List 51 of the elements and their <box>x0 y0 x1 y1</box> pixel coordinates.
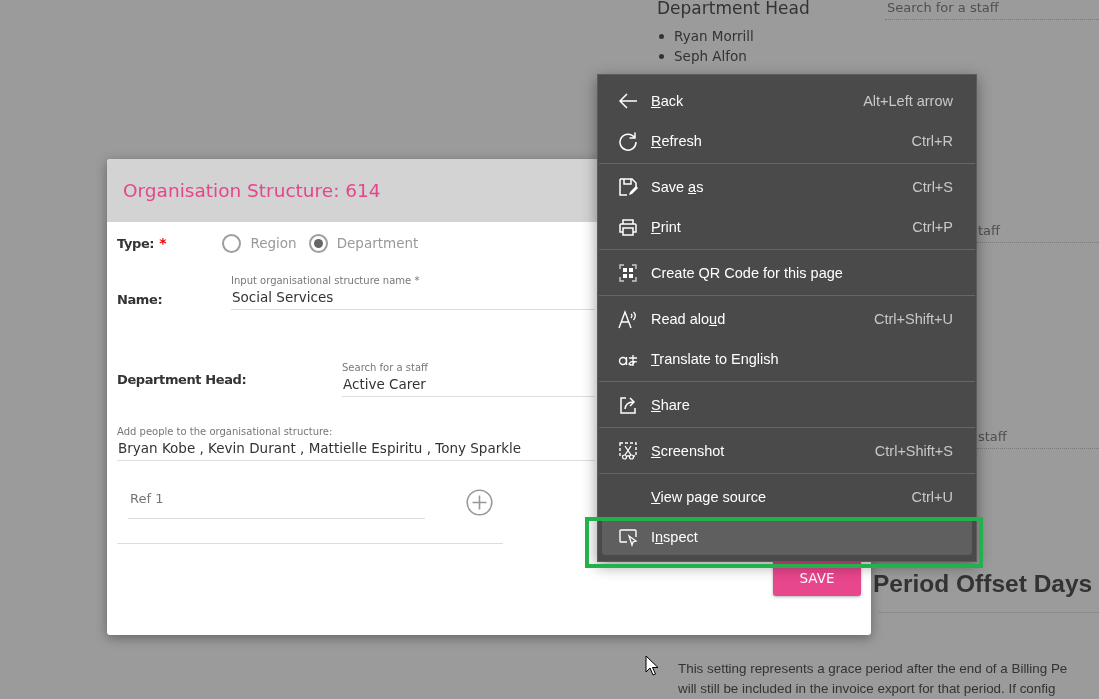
shortcut-text: Alt+Left arrow <box>863 93 953 109</box>
description-text: will still be included in the invoice export for that period. If config <box>678 680 1057 698</box>
screenshot-icon <box>618 441 638 461</box>
input-field[interactable]: Bryan Kobe , Kevin Durant , Mattielle Espiritu , Tony Sparkle <box>117 438 595 461</box>
add-icon[interactable] <box>466 488 493 516</box>
menu-item[interactable]: Create QR Code for this page <box>602 253 972 293</box>
read-aloud-icon <box>618 309 638 329</box>
menu-item[interactable]: Screenshot Ctrl+Shift+S <box>602 431 972 471</box>
back-arrow-icon <box>618 91 638 111</box>
qr-code-icon <box>618 263 638 283</box>
input-field[interactable]: Social Services <box>231 287 595 310</box>
field-label: Name: <box>117 292 164 309</box>
menu-item[interactable]: Read aloud Ctrl+Shift+U <box>602 299 972 339</box>
shortcut-text: Ctrl+U <box>911 489 953 505</box>
save-icon <box>618 177 638 197</box>
shortcut-text: Ctrl+S <box>912 179 953 195</box>
required-mark: * <box>159 235 167 251</box>
dialog-title: Organisation Structure: 614 <box>123 180 381 201</box>
list-item: Ryan Morrill <box>674 27 754 46</box>
menu-item[interactable]: View page source Ctrl+U <box>602 477 972 517</box>
field-label: Department Head: <box>117 372 248 389</box>
menu-item[interactable]: Translate to English <box>602 339 972 379</box>
input-field[interactable]: Ref 1 <box>128 485 425 519</box>
menu-item[interactable]: Inspect <box>602 519 972 555</box>
radio-button[interactable] <box>308 233 328 253</box>
field-label: Type: <box>117 235 155 251</box>
share-icon <box>618 395 638 415</box>
menu-item[interactable]: Share <box>602 385 972 425</box>
menu-item[interactable]: Save as Ctrl+S <box>602 167 972 207</box>
printer-icon <box>618 217 638 237</box>
floating-label: Search for a staff <box>342 362 428 374</box>
refresh-icon <box>618 131 638 151</box>
bullet-icon <box>659 33 664 39</box>
mouse-pointer-icon <box>645 655 659 676</box>
bullet-icon <box>659 53 664 59</box>
list-item: Seph Alfon <box>674 47 747 66</box>
radio-button[interactable] <box>222 233 242 253</box>
shortcut-text: Ctrl+Shift+S <box>874 443 953 459</box>
section-heading: Period Offset Days <box>873 569 1094 599</box>
shortcut-text: Ctrl+Shift+U <box>874 311 953 327</box>
menu-item[interactable]: Print Ctrl+P <box>602 207 972 247</box>
shortcut-text: Ctrl+R <box>911 133 953 149</box>
section-heading: Department Head <box>657 0 811 19</box>
menu-item[interactable]: Back Alt+Left arrow <box>602 81 972 121</box>
description-text: This setting represents a grace period after the end of a Billing Pe <box>678 660 1068 678</box>
floating-label: Add people to the organisational structure: <box>117 426 333 438</box>
menu-item[interactable]: Refresh Ctrl+R <box>602 121 972 161</box>
shortcut-text: Ctrl+P <box>912 219 953 235</box>
floating-label: Input organisational structure name * <box>231 275 420 287</box>
inspect-icon <box>618 527 638 547</box>
input-field[interactable]: Active Carer <box>342 374 595 397</box>
